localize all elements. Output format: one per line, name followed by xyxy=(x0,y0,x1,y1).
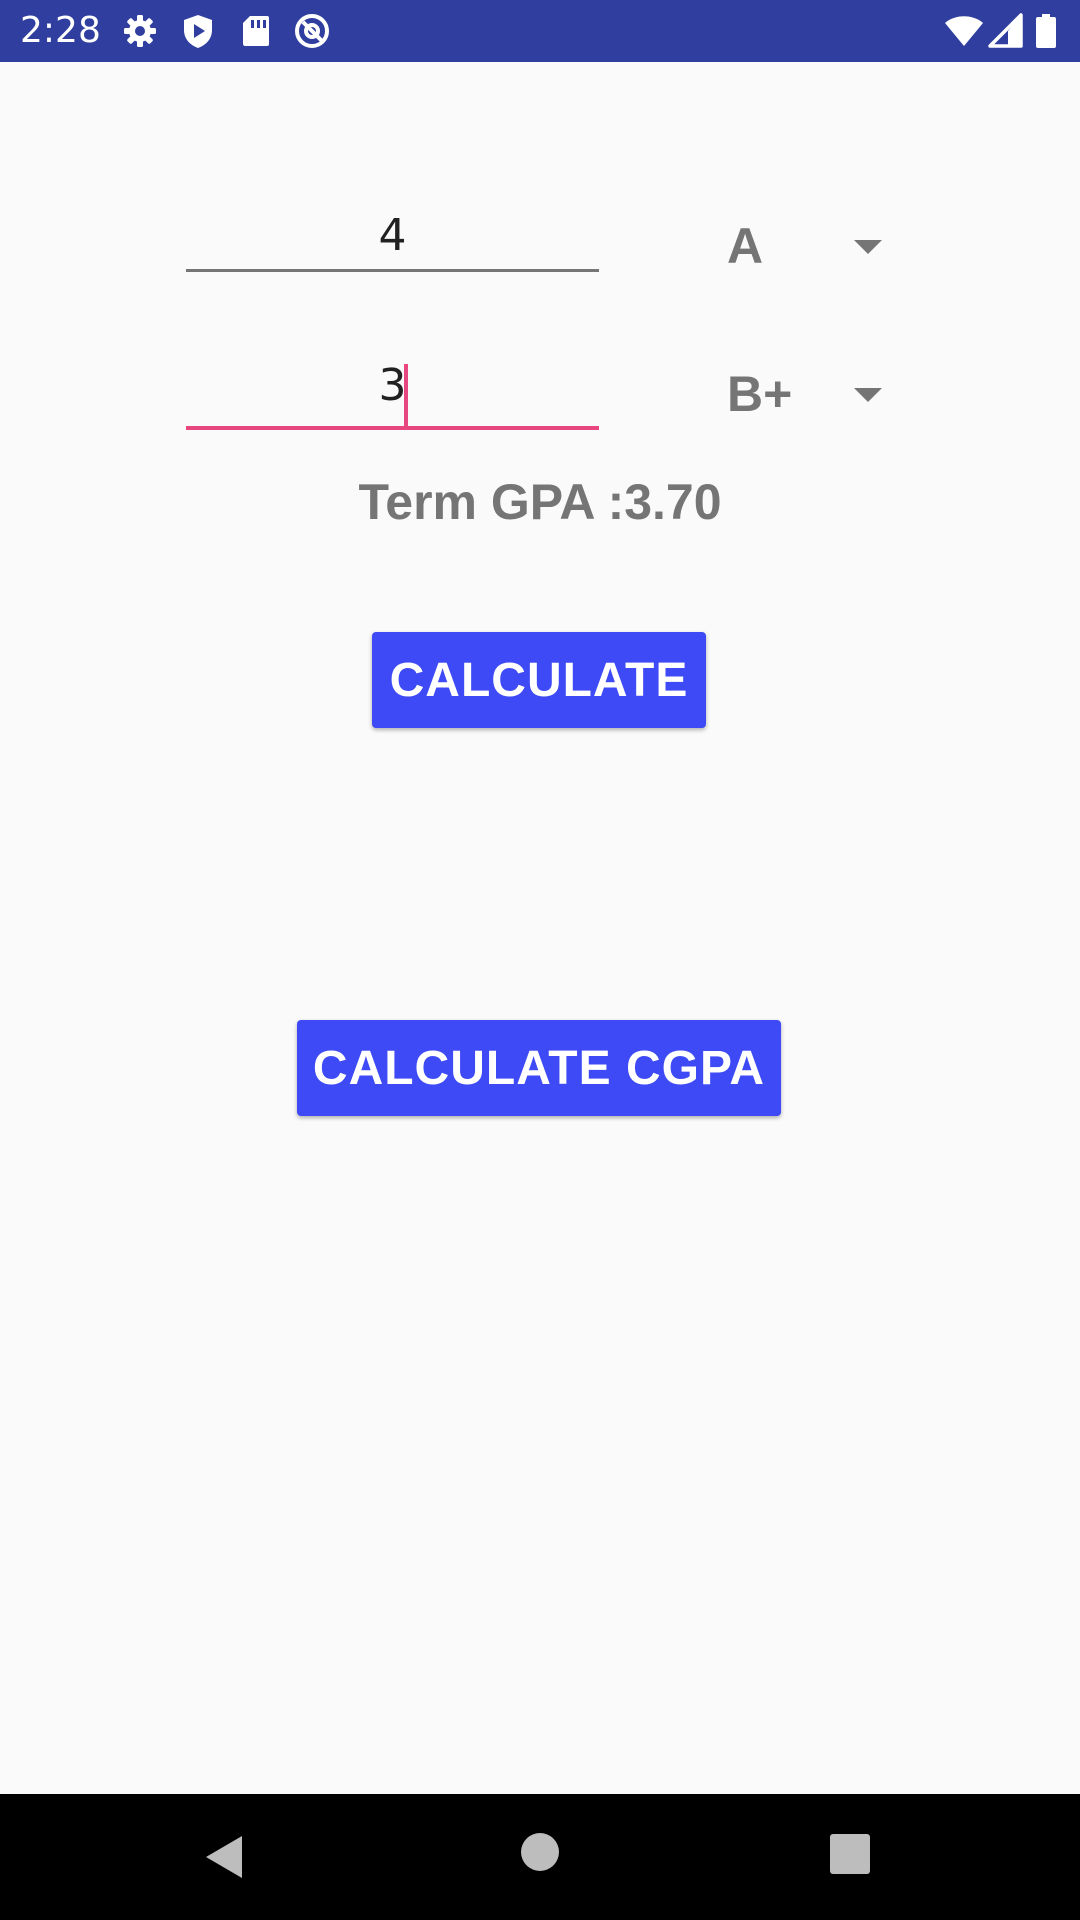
battery-icon xyxy=(1034,13,1058,49)
gear-icon xyxy=(122,13,158,49)
credit-input-2-underline xyxy=(186,426,599,430)
credit-input-2[interactable]: 3 xyxy=(186,350,599,430)
grade-spinner-2[interactable]: B+ xyxy=(720,358,900,430)
calculate-button[interactable]: CALCULATE xyxy=(372,632,706,728)
sd-card-icon xyxy=(238,13,274,49)
credit-input-1-underline xyxy=(186,269,599,272)
cell-signal-icon xyxy=(988,13,1024,49)
calculator-content: 4 A 3 B+ Term GPA :3.70 CALCULATE CALCUL… xyxy=(0,62,1080,1794)
credit-input-1[interactable]: 4 xyxy=(186,200,599,272)
grade-value-1: A xyxy=(727,218,764,274)
wifi-icon xyxy=(944,13,984,49)
at-sign-icon xyxy=(294,13,330,49)
calculate-cgpa-button[interactable]: CALCULATE CGPA xyxy=(297,1020,781,1116)
home-icon[interactable] xyxy=(520,1832,560,1877)
grade-value-2: B+ xyxy=(727,366,793,422)
navigation-bar xyxy=(0,1794,1080,1920)
text-cursor xyxy=(404,364,408,426)
credit-value-1: 4 xyxy=(378,210,407,261)
grade-spinner-1[interactable]: A xyxy=(720,210,900,282)
recents-icon[interactable] xyxy=(830,1834,870,1879)
back-icon[interactable] xyxy=(202,1834,246,1885)
chevron-down-icon xyxy=(854,240,882,254)
play-protect-icon xyxy=(180,13,216,49)
term-gpa-result: Term GPA :3.70 xyxy=(358,474,722,530)
status-time: 2:28 xyxy=(20,10,101,51)
credit-value-2: 3 xyxy=(378,360,407,411)
status-bar: 2:28 xyxy=(0,0,1080,62)
chevron-down-icon xyxy=(854,388,882,402)
